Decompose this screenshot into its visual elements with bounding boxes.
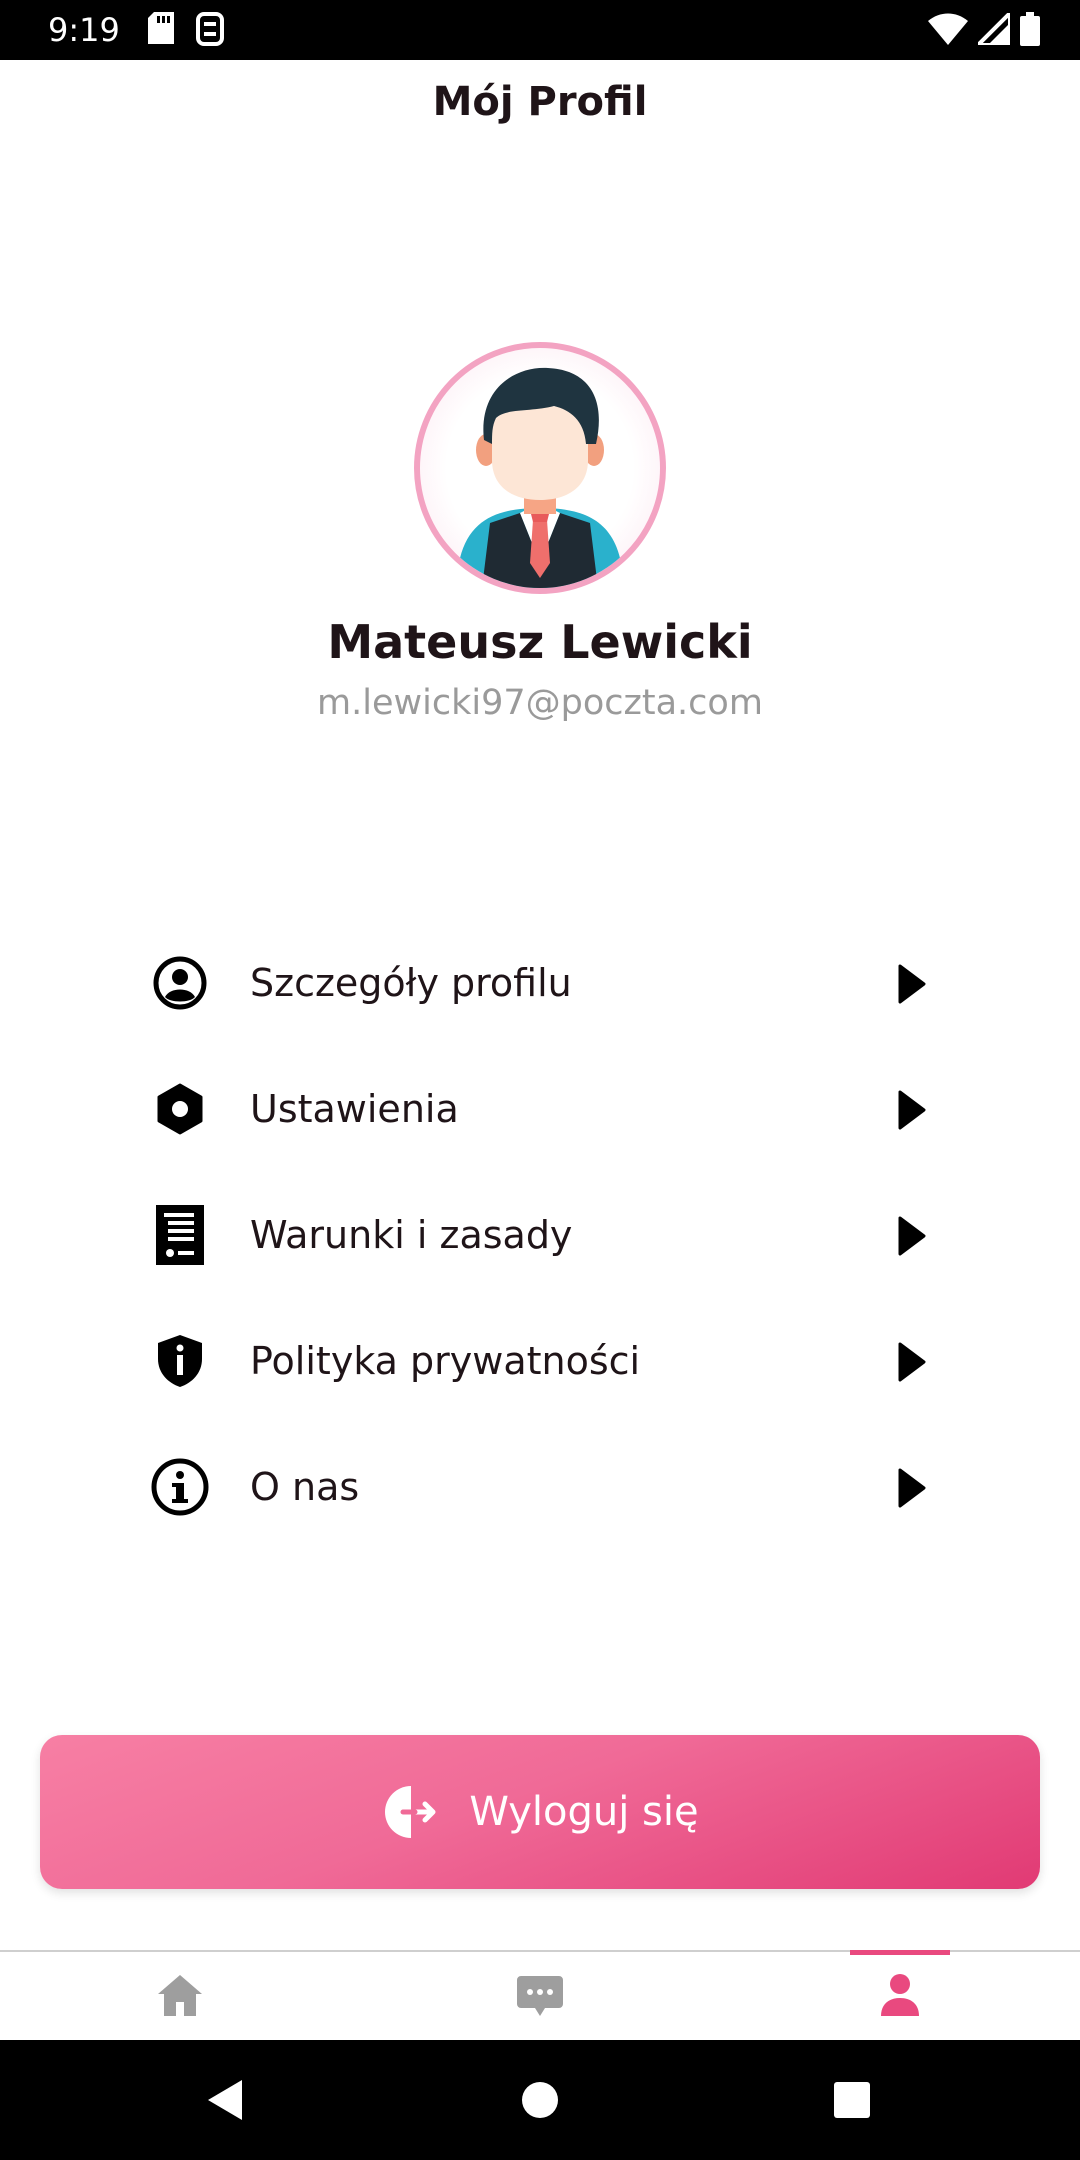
tab-chat[interactable] (490, 1952, 590, 2042)
square-recents-icon (834, 2082, 870, 2118)
home-system-button[interactable] (514, 2074, 566, 2126)
tab-home[interactable] (130, 1952, 230, 2042)
chevron-right-icon (892, 1088, 932, 1132)
profile-menu: Szczegóły profilu Ustawienia Warunki i z… (140, 920, 940, 1550)
menu-item-label: Szczegóły profilu (250, 961, 572, 1005)
profile-name: Mateusz Lewicki (327, 615, 753, 669)
page-title: Mój Profil (432, 79, 648, 125)
document-icon (150, 1205, 210, 1265)
shield-info-icon (150, 1331, 210, 1391)
back-button[interactable] (200, 2074, 252, 2126)
recents-button[interactable] (826, 2074, 878, 2126)
logout-icon (381, 1782, 441, 1842)
profile-email: m.lewicki97@poczta.com (317, 683, 763, 723)
menu-item-about[interactable]: O nas (140, 1424, 940, 1550)
status-bar: 9:19 (0, 0, 1080, 60)
menu-item-label: Ustawienia (250, 1087, 459, 1131)
wifi-icon (928, 13, 968, 49)
system-nav-bar (0, 2040, 1080, 2160)
nfc-icon (196, 12, 224, 50)
bottom-nav (0, 1950, 1080, 2042)
signal-icon (973, 8, 1012, 49)
menu-item-label: O nas (250, 1465, 360, 1509)
status-time: 9:19 (48, 11, 120, 49)
user-icon (881, 1974, 919, 2016)
settings-hex-icon (150, 1079, 210, 1139)
sd-card-icon (148, 12, 174, 50)
chevron-right-icon (892, 1466, 932, 1510)
menu-item-label: Warunki i zasady (250, 1213, 573, 1257)
home-icon (158, 1975, 202, 2016)
user-circle-icon (150, 953, 210, 1013)
tab-profile[interactable] (850, 1950, 950, 2042)
menu-item-settings[interactable]: Ustawienia (140, 1046, 940, 1172)
avatar (414, 342, 666, 594)
chat-icon (517, 1976, 563, 2016)
circle-home-icon (522, 2082, 558, 2118)
chevron-right-icon (892, 1214, 932, 1258)
chevron-right-icon (892, 962, 932, 1006)
avatar-illustration (460, 367, 620, 588)
active-tab-indicator (850, 1950, 950, 1955)
back-icon (208, 2080, 242, 2120)
logout-label: Wyloguj się (469, 1789, 699, 1835)
menu-item-profile-details[interactable]: Szczegóły profilu (140, 920, 940, 1046)
logout-button[interactable]: Wyloguj się (40, 1735, 1040, 1889)
menu-item-terms[interactable]: Warunki i zasady (140, 1172, 940, 1298)
menu-item-label: Polityka prywatności (250, 1339, 641, 1383)
battery-icon (1020, 12, 1040, 50)
menu-item-privacy[interactable]: Polityka prywatności (140, 1298, 940, 1424)
chevron-right-icon (892, 1340, 932, 1384)
info-circle-icon (150, 1457, 210, 1517)
